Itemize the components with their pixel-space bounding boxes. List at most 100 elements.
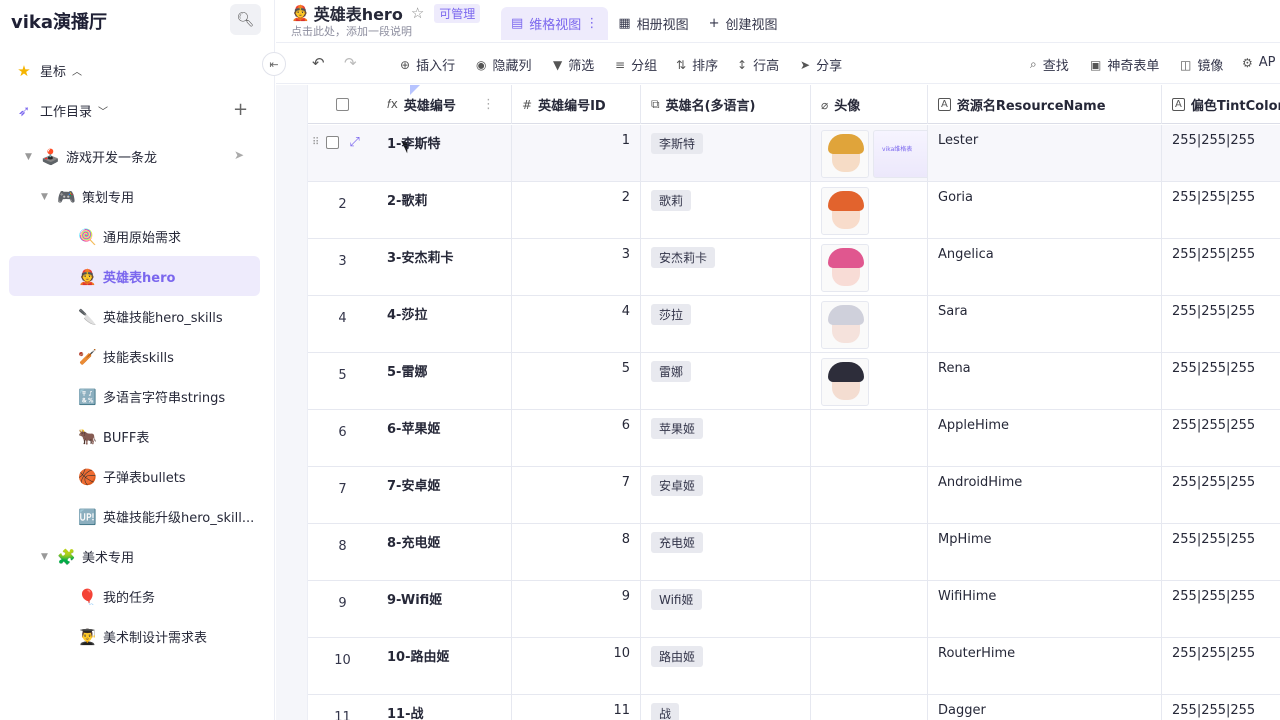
- catalog-section[interactable]: ➶ 工作目录 ﹀: [15, 101, 108, 121]
- sort-button[interactable]: ⇅ 排序: [676, 55, 718, 75]
- resource-name-cell[interactable]: AppleHime: [928, 410, 1162, 467]
- resource-name-cell[interactable]: Angelica: [928, 239, 1162, 296]
- tint-color-cell[interactable]: 255|255|255: [1162, 581, 1280, 638]
- description-placeholder[interactable]: 点击此处，添加一段说明: [291, 23, 412, 39]
- tint-color-cell[interactable]: 255|255|255: [1162, 239, 1280, 296]
- table-row[interactable]: 11 11-战 11 战 Dagger 255|255|255: [308, 695, 1280, 720]
- hero-name-cell[interactable]: 苹果姬: [641, 410, 811, 467]
- avatar-cell[interactable]: [811, 581, 928, 638]
- hero-number-cell[interactable]: 10-路由姬: [377, 638, 512, 695]
- avatar[interactable]: [821, 130, 869, 178]
- table-row[interactable]: 6 6-苹果姬 6 苹果姬 AppleHime 255|255|255: [308, 410, 1280, 467]
- tint-color-cell[interactable]: 255|255|255: [1162, 182, 1280, 239]
- hero-name-cell[interactable]: 歌莉: [641, 182, 811, 239]
- tint-color-cell[interactable]: 255|255|255: [1162, 695, 1280, 720]
- resource-name-cell[interactable]: AndroidHime: [928, 467, 1162, 524]
- attachment-thumbnail[interactable]: vika维格表: [873, 130, 927, 178]
- avatar-cell[interactable]: [811, 410, 928, 467]
- resource-name-cell[interactable]: Goria: [928, 182, 1162, 239]
- hero-name-cell[interactable]: 莎拉: [641, 296, 811, 353]
- linked-record-tag[interactable]: 李斯特: [651, 133, 704, 154]
- avatar-cell[interactable]: [811, 467, 928, 524]
- resource-name-cell[interactable]: Dagger: [928, 695, 1162, 720]
- select-all-checkbox[interactable]: [308, 85, 377, 124]
- title-text[interactable]: 英雄表hero: [314, 1, 403, 25]
- resource-name-cell[interactable]: Lester: [928, 125, 1162, 182]
- search-icon[interactable]: 🔍︎: [230, 4, 261, 35]
- hero-name-cell[interactable]: Wifi姬: [641, 581, 811, 638]
- filter-button[interactable]: ▼ 筛选: [553, 55, 594, 75]
- tint-color-cell[interactable]: 255|255|255: [1162, 296, 1280, 353]
- insert-row-button[interactable]: ⊕ 插入行: [400, 55, 455, 75]
- hero-number-cell[interactable]: 7-安卓姬: [377, 467, 512, 524]
- tab-gallery-view[interactable]: ▦ 相册视图: [608, 7, 698, 40]
- sidebar-item-game-dev[interactable]: ▼ 🕹️ 游戏开发一条龙: [25, 147, 157, 167]
- form-button[interactable]: ▣ 神奇表单: [1090, 55, 1159, 75]
- avatar-cell[interactable]: [811, 524, 928, 581]
- star-outline-icon[interactable]: ☆: [411, 4, 424, 22]
- hero-id-cell[interactable]: 11: [512, 695, 641, 720]
- share-icon[interactable]: ➤: [234, 148, 244, 162]
- drag-handle-icon[interactable]: ⠿: [312, 137, 319, 148]
- find-button[interactable]: ⌕ 查找: [1030, 55, 1069, 74]
- tint-color-cell[interactable]: 255|255|255: [1162, 410, 1280, 467]
- hero-number-cell[interactable]: 2-歌莉: [377, 182, 512, 239]
- linked-record-tag[interactable]: 路由姬: [651, 646, 704, 667]
- group-button[interactable]: ≡ 分组: [615, 55, 657, 75]
- hero-id-cell[interactable]: 3: [512, 239, 641, 296]
- hero-id-cell[interactable]: 4: [512, 296, 641, 353]
- hero-name-cell[interactable]: 安杰莉卡: [641, 239, 811, 296]
- collapse-sidebar-icon[interactable]: ⇤: [262, 52, 286, 76]
- starred-section[interactable]: ★ 星标 ︿: [15, 61, 82, 81]
- tint-color-cell[interactable]: 255|255|255: [1162, 467, 1280, 524]
- hero-number-cell[interactable]: 1-李斯特: [377, 125, 512, 182]
- avatar[interactable]: [821, 301, 869, 349]
- table-row[interactable]: 8 8-充电姬 8 充电姬 MpHime 255|255|255: [308, 524, 1280, 581]
- sidebar-item-bullets[interactable]: 🏀 子弹表bullets: [78, 467, 186, 487]
- resource-name-cell[interactable]: WifiHime: [928, 581, 1162, 638]
- resource-name-cell[interactable]: Sara: [928, 296, 1162, 353]
- hero-number-cell[interactable]: 9-Wifi姬: [377, 581, 512, 638]
- more-vertical-icon[interactable]: ⋮: [482, 97, 495, 112]
- add-node-icon[interactable]: +: [233, 99, 248, 120]
- linked-record-tag[interactable]: Wifi姬: [651, 589, 702, 610]
- column-header-resource-name[interactable]: A 资源名ResourceName: [928, 85, 1162, 124]
- linked-record-tag[interactable]: 战: [651, 703, 680, 720]
- sidebar-item-hero-skills[interactable]: 🔪 英雄技能hero_skills: [78, 307, 223, 327]
- hero-name-cell[interactable]: 充电姬: [641, 524, 811, 581]
- redo-icon[interactable]: ↷: [344, 54, 357, 72]
- resource-name-cell[interactable]: RouterHime: [928, 638, 1162, 695]
- hero-id-cell[interactable]: 7: [512, 467, 641, 524]
- table-row[interactable]: 2 2-歌莉 2 歌莉 Goria 255|255|255: [308, 182, 1280, 239]
- hero-number-cell[interactable]: 3-安杰莉卡: [377, 239, 512, 296]
- mirror-button[interactable]: ◫ 镜像: [1180, 55, 1223, 75]
- linked-record-tag[interactable]: 雷娜: [651, 361, 692, 382]
- resource-name-cell[interactable]: Rena: [928, 353, 1162, 410]
- hero-id-cell[interactable]: 9: [512, 581, 641, 638]
- table-row[interactable]: 7 7-安卓姬 7 安卓姬 AndroidHime 255|255|255: [308, 467, 1280, 524]
- tint-color-cell[interactable]: 255|255|255: [1162, 353, 1280, 410]
- hero-number-cell[interactable]: 5-雷娜: [377, 353, 512, 410]
- table-row[interactable]: 9 9-Wifi姬 9 Wifi姬 WifiHime 255|255|255: [308, 581, 1280, 638]
- avatar-cell[interactable]: [811, 638, 928, 695]
- table-row[interactable]: 4 4-莎拉 4 莎拉 Sara 255|255|255: [308, 296, 1280, 353]
- tint-color-cell[interactable]: 255|255|255: [1162, 125, 1280, 182]
- linked-record-tag[interactable]: 歌莉: [651, 190, 692, 211]
- hero-id-cell[interactable]: 5: [512, 353, 641, 410]
- avatar-cell[interactable]: [811, 695, 928, 720]
- hero-icon[interactable]: 👲: [291, 4, 310, 22]
- sidebar-item-buff[interactable]: 🐂 BUFF表: [78, 427, 149, 447]
- hero-id-cell[interactable]: 8: [512, 524, 641, 581]
- sidebar-item-skill-upgrade[interactable]: 🆙 英雄技能升级hero_skill...: [78, 507, 254, 527]
- hero-name-cell[interactable]: 路由姬: [641, 638, 811, 695]
- resource-name-cell[interactable]: MpHime: [928, 524, 1162, 581]
- hero-name-cell[interactable]: 战: [641, 695, 811, 720]
- column-header-hero-number[interactable]: 𝑓x 英雄编号 ⋮: [377, 85, 512, 124]
- checkbox[interactable]: [336, 98, 349, 111]
- sidebar-item-art[interactable]: ▼ 🧩 美术专用: [41, 547, 134, 567]
- api-button[interactable]: ⚙ AP: [1242, 55, 1276, 70]
- linked-record-tag[interactable]: 莎拉: [651, 304, 692, 325]
- sidebar-item-planning[interactable]: ▼ 🎮 策划专用: [41, 187, 134, 207]
- share-button[interactable]: ➤ 分享: [800, 55, 842, 75]
- row-checkbox[interactable]: [326, 136, 340, 149]
